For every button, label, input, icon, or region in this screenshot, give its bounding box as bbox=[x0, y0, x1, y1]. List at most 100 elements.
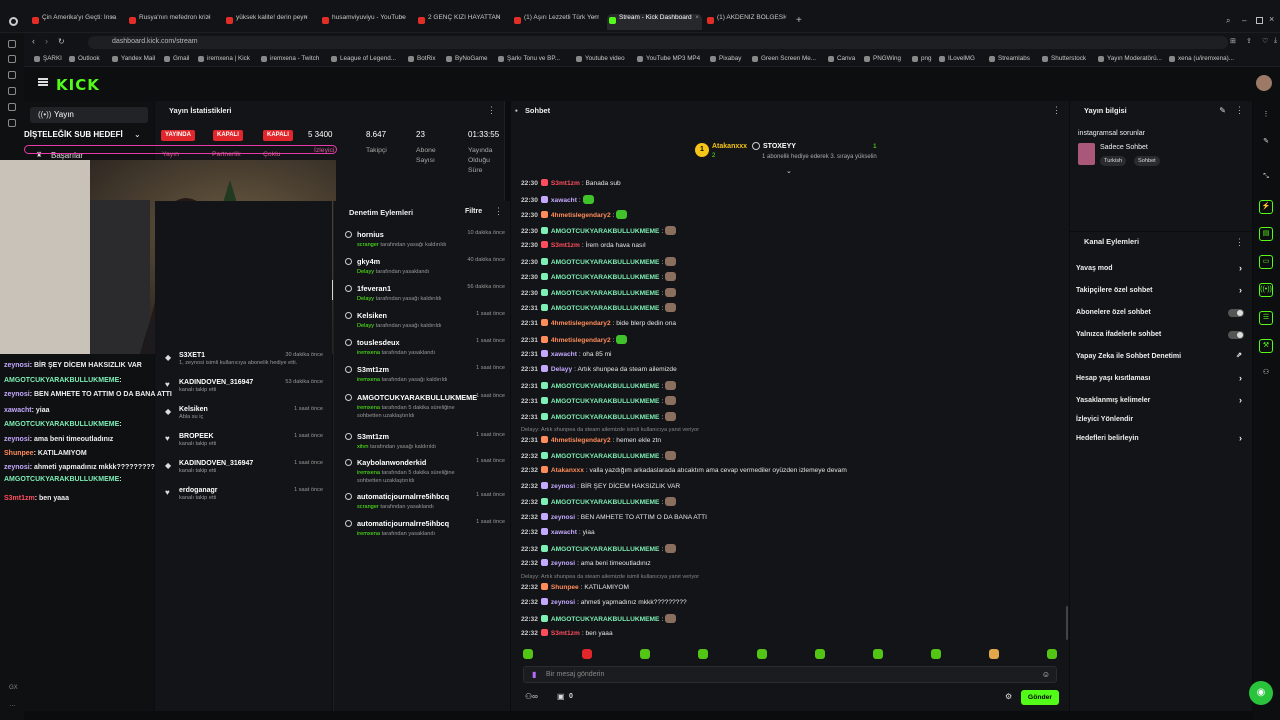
user-avatar[interactable] bbox=[1256, 75, 1272, 91]
chat-username[interactable]: Delayy bbox=[551, 366, 572, 373]
bookmark-item[interactable]: Shutterstock bbox=[1042, 55, 1086, 62]
browser-tab[interactable]: (1) Aşırı Lezzetli Türk Yem × bbox=[512, 14, 599, 30]
pinned-user[interactable]: Atakanxxx bbox=[712, 143, 747, 150]
actions-more-icon[interactable]: ⋮ bbox=[1235, 237, 1244, 248]
chat-message[interactable]: 22:30 4hmetislegendary2: bbox=[521, 210, 628, 221]
tab-close-icon[interactable]: × bbox=[496, 14, 500, 21]
tab-close-icon[interactable]: × bbox=[110, 14, 114, 21]
bookmark-item[interactable]: Pixabay bbox=[710, 55, 741, 62]
maximize-button[interactable] bbox=[1256, 17, 1263, 24]
chat-message[interactable]: 22:31 4hmetislegendary2: bbox=[521, 335, 628, 346]
bookmark-item[interactable]: iremxena | Kick bbox=[198, 55, 250, 62]
moderation-more-icon[interactable]: ⋮ bbox=[494, 206, 503, 217]
close-window-button[interactable]: × bbox=[1269, 14, 1274, 24]
chat-message[interactable]: 22:32 zeynosi: BEN AMHETE TO ATTIM O DA B… bbox=[521, 513, 707, 524]
chat-username[interactable]: AMGOTCUKYARAKBULLUKMEME bbox=[551, 305, 660, 312]
chat-message[interactable]: 22:31 Delayy: Artık shunpea da steam aile… bbox=[521, 365, 677, 376]
quick-emote-icon[interactable] bbox=[873, 649, 883, 659]
tab-close-icon[interactable]: × bbox=[695, 14, 699, 21]
chat-message[interactable]: 22:30 AMGOTCUKYARAKBULLUKMEME: bbox=[521, 272, 677, 283]
chat-username[interactable]: AMGOTCUKYARAKBULLUKMEME bbox=[551, 259, 660, 266]
browser-tab[interactable]: Rusya'nın mefedron krizi × bbox=[127, 14, 214, 30]
assistant-fab[interactable]: ◉ bbox=[1249, 681, 1273, 705]
moderation-row[interactable]: touslesdeux iremxena tarafından yasakland… bbox=[345, 338, 505, 364]
channel-action-item[interactable]: Yavaş mod › bbox=[1076, 263, 1246, 279]
bookmark-item[interactable]: Green Screen Me... bbox=[752, 55, 816, 62]
bookmark-item[interactable]: PNGWing bbox=[864, 55, 901, 62]
activity-event[interactable]: ♥ BROPEEK kanalı takip etti 1 saat önce bbox=[163, 433, 323, 459]
chat-message[interactable]: 22:31 AMGOTCUKYARAKBULLUKMEME: bbox=[521, 412, 677, 423]
scroll-down-chevron-icon[interactable]: ⌄ bbox=[786, 167, 792, 175]
browser-tab[interactable]: (1) AKDENİZ BÖLGESİ × bbox=[705, 14, 790, 30]
chat-message[interactable]: 22:32 zeynosi: ahmeti yapmadınız mkkk????… bbox=[521, 598, 687, 609]
toolbar-collapse-icon[interactable]: ⤡ bbox=[1259, 171, 1273, 185]
users-icon[interactable]: ⚇∞ bbox=[525, 692, 538, 701]
bookmark-icon[interactable]: ♡ bbox=[1262, 37, 1268, 45]
quick-emote-icon[interactable] bbox=[582, 649, 592, 659]
channel-action-item[interactable]: Hesap yaşı kısıtlaması › bbox=[1076, 373, 1246, 389]
toolbar-page-icon[interactable]: ▤ bbox=[1259, 227, 1273, 241]
minimize-button[interactable]: – bbox=[1242, 16, 1246, 25]
chat-message-input[interactable]: ▮ Bir mesaj gönderin ☺ bbox=[523, 666, 1057, 683]
moderation-row[interactable]: AMGOTCUKYARAKBULLUKMEME iremxena tarafınd… bbox=[345, 393, 505, 419]
chat-message[interactable]: 22:32 zeynosi: BİR ŞEY DİCEM HAKSIZLIK VA… bbox=[521, 482, 680, 493]
bookmark-item[interactable]: ILovelMG bbox=[939, 55, 975, 62]
send-button[interactable]: Gönder bbox=[1021, 690, 1059, 705]
bookmark-item[interactable]: Yandex Mail bbox=[112, 55, 155, 62]
chat-username[interactable]: S3mt1zm bbox=[551, 180, 580, 187]
moderation-row[interactable]: hornius scranger tarafından yasağı kaldır… bbox=[345, 230, 505, 256]
category-name[interactable]: Sadece Sohbet bbox=[1100, 144, 1148, 151]
tab-close-icon[interactable]: × bbox=[783, 14, 787, 21]
chat-username[interactable]: AMGOTCUKYARAKBULLUKMEME bbox=[551, 383, 660, 390]
back-icon[interactable]: ‹ bbox=[32, 36, 35, 46]
chat-username[interactable]: Shunpee bbox=[551, 584, 579, 591]
sidebar-home-icon[interactable] bbox=[8, 40, 16, 48]
chat-message[interactable]: 22:31 AMGOTCUKYARAKBULLUKMEME: bbox=[521, 396, 677, 407]
toggle-switch[interactable] bbox=[1228, 309, 1244, 317]
quick-emote-icon[interactable] bbox=[523, 649, 533, 659]
toolbar-chat-icon[interactable]: ▭ bbox=[1259, 255, 1273, 269]
channel-action-item[interactable]: Yasaklanmış kelimeler › bbox=[1076, 395, 1246, 411]
tab-close-icon[interactable]: × bbox=[207, 14, 211, 21]
tab-close-icon[interactable]: × bbox=[400, 14, 404, 21]
bookmark-item[interactable]: BotRix bbox=[408, 55, 436, 62]
tag-sohbet[interactable]: Sohbet bbox=[1134, 156, 1160, 166]
sidebar-whatsapp-icon[interactable] bbox=[8, 87, 16, 95]
chat-message[interactable]: 22:32 Atakanxxx: valla yazdığım arkadasla… bbox=[521, 466, 847, 477]
chat-message[interactable]: 22:31 xawacht: oha 85 mi bbox=[521, 350, 612, 361]
chat-username[interactable]: 4hmetislegendary2 bbox=[551, 337, 611, 344]
chat-message[interactable]: 22:32 xawacht: yiaa bbox=[521, 528, 595, 539]
chat-username[interactable]: xawacht bbox=[551, 351, 577, 358]
browser-tab[interactable]: yüksek kalite! derin peyn × bbox=[224, 14, 311, 30]
tab-close-icon[interactable]: × bbox=[304, 14, 308, 21]
kick-logo[interactable]: KICK bbox=[56, 76, 100, 94]
search-tabs-icon[interactable]: ⌕ bbox=[1226, 16, 1230, 26]
bookmark-item[interactable]: Gmail bbox=[164, 55, 189, 62]
channel-action-item[interactable]: Hedefleri belirleyin › bbox=[1076, 433, 1246, 449]
quick-emote-icon[interactable] bbox=[698, 649, 708, 659]
chat-username[interactable]: Atakanxxx bbox=[551, 467, 584, 474]
moderation-row[interactable]: automaticjournalrre5ihbcq iremxena tarafı… bbox=[345, 519, 505, 545]
sidebar-pin-icon[interactable] bbox=[8, 55, 16, 63]
chat-message[interactable]: 22:32 S3mt1zm: ben yaaa bbox=[521, 629, 613, 640]
bookmark-item[interactable]: YouTube MP3 MP4 bbox=[637, 55, 700, 62]
bookmark-item[interactable]: Canva bbox=[828, 55, 855, 62]
toolbar-more-icon[interactable]: ⋮ bbox=[1259, 109, 1273, 123]
chat-message[interactable]: 22:31 AMGOTCUKYARAKBULLUKMEME: bbox=[521, 303, 677, 314]
chat-message[interactable]: 22:32 AMGOTCUKYARAKBULLUKMEME: bbox=[521, 544, 677, 555]
share-icon[interactable]: ⇪ bbox=[1246, 37, 1252, 45]
sidebar-messenger-icon[interactable] bbox=[8, 71, 16, 79]
moderation-row[interactable]: S3mt1zm xitvn tarafından yasağı kaldırıld… bbox=[345, 432, 505, 458]
channel-action-item[interactable]: Abonelere özel sohbet bbox=[1076, 309, 1246, 323]
moderation-row[interactable]: gky4m Delayy tarafından yasaklandı 40 daki… bbox=[345, 257, 505, 283]
toolbar-wrench-icon[interactable]: ⚒ bbox=[1259, 339, 1273, 353]
chat-message[interactable]: 22:31 4hmetislegendary2: bide blerp dedin… bbox=[521, 319, 676, 330]
toolbar-list-icon[interactable]: ☰ bbox=[1259, 311, 1273, 325]
chat-message[interactable]: 22:30 AMGOTCUKYARAKBULLUKMEME: bbox=[521, 257, 677, 268]
bookmark-item[interactable]: Yayın Moderatörü... bbox=[1098, 55, 1162, 62]
moderation-row[interactable]: automaticjournalrre5ihbcq scranger tarafı… bbox=[345, 492, 505, 518]
chat-message[interactable]: 22:31 4hmetislegendary2: hemen ekle ztn bbox=[521, 436, 661, 447]
toolbar-flash-icon[interactable]: ⚡ bbox=[1259, 200, 1273, 214]
sidebar-history-icon[interactable] bbox=[8, 103, 16, 111]
chat-message[interactable]: 22:31 AMGOTCUKYARAKBULLUKMEME: bbox=[521, 381, 677, 392]
